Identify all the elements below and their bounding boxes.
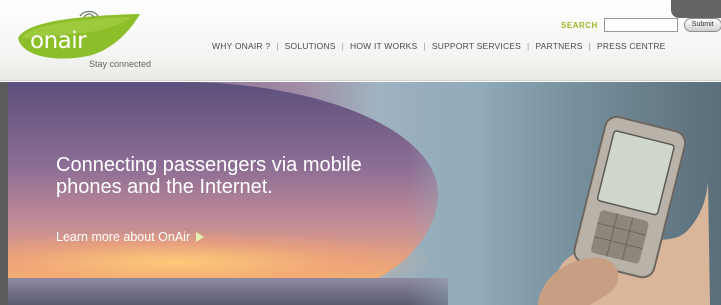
nav-item-support-services[interactable]: SUPPORT SERVICES <box>432 41 521 51</box>
nav-separator: | <box>588 41 591 51</box>
learn-more-link[interactable]: Learn more about OnAir <box>56 230 205 244</box>
nav-separator: | <box>527 41 530 51</box>
hero-headline: Connecting passengers via mobile phones … <box>56 154 362 198</box>
search-bar: SEARCH Submit <box>561 16 721 34</box>
arrow-right-icon <box>196 232 205 242</box>
site-header: onair Stay connected SEARCH Submit WHY O… <box>0 0 721 81</box>
nav-item-why-onair[interactable]: WHY ONAIR ? <box>212 41 270 51</box>
nav-separator: | <box>341 41 345 51</box>
hero-banner: Connecting passengers via mobile phones … <box>8 82 721 305</box>
submit-button[interactable]: Submit <box>683 18 721 32</box>
nav-item-press-centre[interactable]: PRESS CENTRE <box>597 41 666 51</box>
learn-more-label: Learn more about OnAir <box>56 230 191 244</box>
mobile-phone-image <box>520 112 710 305</box>
main-nav: WHY ONAIR ? | SOLUTIONS | HOW IT WORKS |… <box>212 41 721 51</box>
sea-image <box>8 278 448 305</box>
search-input[interactable] <box>603 18 678 32</box>
logo-tagline: Stay connected <box>89 59 152 69</box>
nav-item-how-it-works[interactable]: HOW IT WORKS <box>350 41 417 51</box>
logo-wordmark: onair <box>30 28 87 54</box>
nav-item-solutions[interactable]: SOLUTIONS <box>285 41 336 51</box>
nav-item-partners[interactable]: PARTNERS <box>535 41 582 51</box>
nav-separator: | <box>423 41 426 51</box>
onair-logo[interactable]: onair Stay connected <box>14 8 174 72</box>
search-label: SEARCH <box>561 20 598 30</box>
nav-separator: | <box>276 41 279 51</box>
left-edge-strip <box>0 82 8 305</box>
